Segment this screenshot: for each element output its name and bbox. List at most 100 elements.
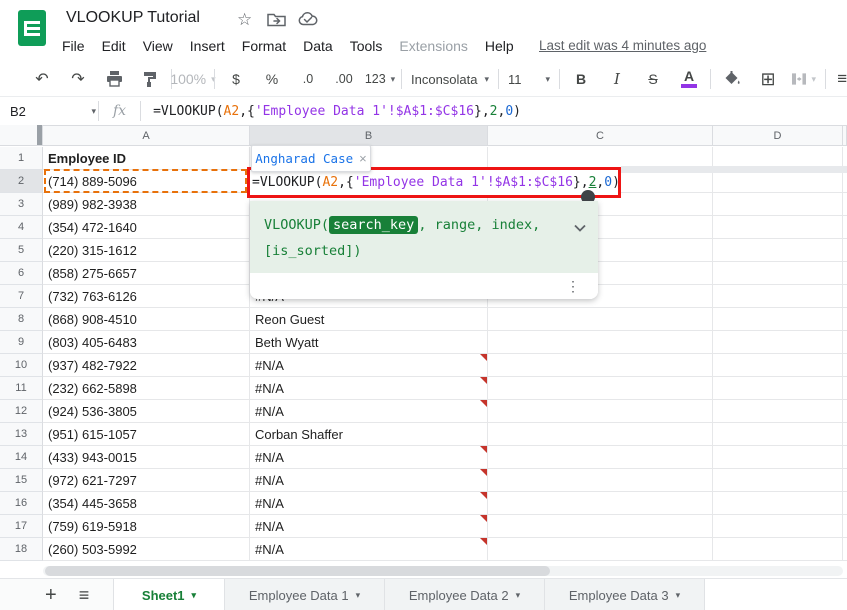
column-header-d[interactable]: D xyxy=(713,125,843,146)
cell-C8[interactable] xyxy=(488,308,713,331)
cell-D5[interactable] xyxy=(713,239,843,262)
menu-help[interactable]: Help xyxy=(485,38,514,54)
cell-D10[interactable] xyxy=(713,354,843,377)
text-color-button[interactable]: A xyxy=(677,67,701,91)
cell-B13[interactable]: Corban Shaffer xyxy=(250,423,488,446)
row-header-4[interactable]: 4 xyxy=(0,216,43,239)
horizontal-align-button[interactable]: ≡ ▾ xyxy=(835,67,847,91)
bold-button[interactable]: B xyxy=(569,67,593,91)
add-sheet-icon[interactable]: + xyxy=(45,584,57,607)
sheets-logo-icon[interactable] xyxy=(17,9,47,52)
sheet-tab-employee-data-2[interactable]: Employee Data 2▾ xyxy=(385,579,545,610)
row-header-2[interactable]: 2 xyxy=(0,170,43,193)
format-percent-button[interactable]: % xyxy=(260,67,284,91)
cell-B10[interactable]: #N/A xyxy=(250,354,488,377)
row-header-3[interactable]: 3 xyxy=(0,193,43,216)
cell-E3[interactable] xyxy=(843,193,847,216)
sheet-tab-sheet1[interactable]: Sheet1▾ xyxy=(113,579,225,610)
cell-E12[interactable] xyxy=(843,400,847,423)
cell-D3[interactable] xyxy=(713,193,843,216)
name-box[interactable]: B2 ▾ xyxy=(0,104,96,119)
redo-icon[interactable]: ↷ xyxy=(66,67,90,91)
chevron-down-icon[interactable] xyxy=(574,215,586,241)
menu-format[interactable]: Format xyxy=(242,38,286,54)
cell-C12[interactable] xyxy=(488,400,713,423)
row-header-7[interactable]: 7 xyxy=(0,285,43,308)
cell-D4[interactable] xyxy=(713,216,843,239)
chevron-down-icon[interactable]: ▾ xyxy=(516,590,521,601)
cell-D7[interactable] xyxy=(713,285,843,308)
cell-B14[interactable]: #N/A xyxy=(250,446,488,469)
row-header-13[interactable]: 13 xyxy=(0,423,43,446)
move-to-folder-icon[interactable] xyxy=(267,12,286,32)
cell-D2[interactable] xyxy=(713,170,843,193)
strikethrough-button[interactable]: S xyxy=(641,67,665,91)
cell-D9[interactable] xyxy=(713,331,843,354)
star-icon[interactable]: ☆ xyxy=(237,10,252,30)
last-edit-link[interactable]: Last edit was 4 minutes ago xyxy=(539,38,706,53)
decrease-decimal-button[interactable]: .0 xyxy=(296,67,320,91)
row-header-5[interactable]: 5 xyxy=(0,239,43,262)
freeze-handle[interactable] xyxy=(37,125,42,145)
document-title[interactable]: VLOOKUP Tutorial xyxy=(66,9,200,27)
cell-A18[interactable]: (260) 503-5992 xyxy=(43,538,250,561)
cell-D18[interactable] xyxy=(713,538,843,561)
row-header-12[interactable]: 12 xyxy=(0,400,43,423)
cell-D8[interactable] xyxy=(713,308,843,331)
cell-E8[interactable] xyxy=(843,308,847,331)
menu-edit[interactable]: Edit xyxy=(102,38,126,54)
merge-cells-button[interactable]: ▾ xyxy=(792,67,816,91)
cell-E6[interactable] xyxy=(843,262,847,285)
undo-icon[interactable]: ↶ xyxy=(30,67,54,91)
cell-B15[interactable]: #N/A xyxy=(250,469,488,492)
cell-E11[interactable] xyxy=(843,377,847,400)
row-header-10[interactable]: 10 xyxy=(0,354,43,377)
chevron-down-icon[interactable]: ▾ xyxy=(676,590,681,601)
cloud-saved-icon[interactable] xyxy=(298,12,318,31)
fill-color-icon[interactable] xyxy=(720,67,744,91)
cell-C18[interactable] xyxy=(488,538,713,561)
menu-insert[interactable]: Insert xyxy=(190,38,225,54)
cell-D16[interactable] xyxy=(713,492,843,515)
borders-icon[interactable]: ⊞ xyxy=(756,67,780,91)
more-options-icon[interactable]: ⋮ xyxy=(566,278,580,295)
cell-E2[interactable] xyxy=(843,170,847,193)
row-header-8[interactable]: 8 xyxy=(0,308,43,331)
menu-data[interactable]: Data xyxy=(303,38,333,54)
row-header-6[interactable]: 6 xyxy=(0,262,43,285)
cell-E14[interactable] xyxy=(843,446,847,469)
menu-tools[interactable]: Tools xyxy=(350,38,383,54)
sheet-tab-employee-data-1[interactable]: Employee Data 1▾ xyxy=(225,579,385,610)
more-formats-button[interactable]: 123 ▾ xyxy=(368,67,392,91)
row-header-17[interactable]: 17 xyxy=(0,515,43,538)
cell-C11[interactable] xyxy=(488,377,713,400)
increase-decimal-button[interactable]: .00 xyxy=(332,67,356,91)
cell-A8[interactable]: (868) 908-4510 xyxy=(43,308,250,331)
cell-E13[interactable] xyxy=(843,423,847,446)
cell-B16[interactable]: #N/A xyxy=(250,492,488,515)
cell-C10[interactable] xyxy=(488,354,713,377)
cell-D11[interactable] xyxy=(713,377,843,400)
zoom-select[interactable]: 100% ▾ xyxy=(181,67,205,91)
row-header-9[interactable]: 9 xyxy=(0,331,43,354)
cell-B8[interactable]: Reon Guest xyxy=(250,308,488,331)
menu-view[interactable]: View xyxy=(143,38,173,54)
cell-D12[interactable] xyxy=(713,400,843,423)
cell-D17[interactable] xyxy=(713,515,843,538)
cell-B17[interactable]: #N/A xyxy=(250,515,488,538)
cell-E16[interactable] xyxy=(843,492,847,515)
cell-E7[interactable] xyxy=(843,285,847,308)
cell-E18[interactable] xyxy=(843,538,847,561)
row-header-18[interactable]: 18 xyxy=(0,538,43,561)
cell-A4[interactable]: (354) 472-1640 xyxy=(43,216,250,239)
cell-A6[interactable]: (858) 275-6657 xyxy=(43,262,250,285)
column-header-a[interactable]: A xyxy=(43,125,250,146)
row-header-15[interactable]: 15 xyxy=(0,469,43,492)
all-sheets-menu-icon[interactable]: ≡ xyxy=(79,585,90,606)
cell-A16[interactable]: (354) 445-3658 xyxy=(43,492,250,515)
cell-A11[interactable]: (232) 662-5898 xyxy=(43,377,250,400)
cell-E4[interactable] xyxy=(843,216,847,239)
cell-B11[interactable]: #N/A xyxy=(250,377,488,400)
format-currency-button[interactable]: $ xyxy=(224,67,248,91)
row-header-16[interactable]: 16 xyxy=(0,492,43,515)
